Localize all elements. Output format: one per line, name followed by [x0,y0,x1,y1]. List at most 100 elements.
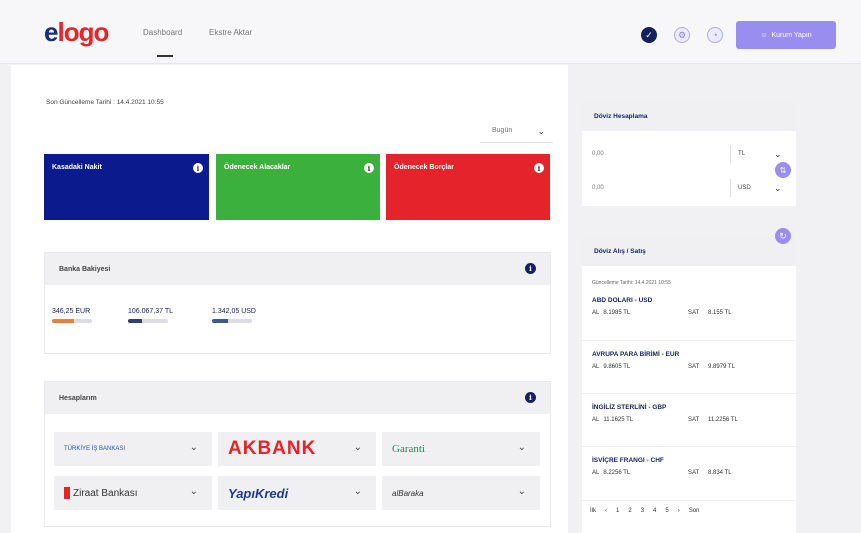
notification-icon[interactable]: ◔ [707,27,723,43]
bank-name: alBaraka [392,488,424,498]
chevron-down-icon: ⌄ [353,442,362,453]
chevron-down-icon: ⌄ [353,486,362,497]
pager-page[interactable]: 2 [628,508,631,514]
info-icon[interactable]: i [364,163,374,173]
ziraat-logo-icon [64,487,70,499]
bank-name: TÜRKİYE İŞ BANKASI [64,446,126,452]
rate-chf: İSVİÇRE FRANGI - CHF AL 8.2256 TL SAT 8.8… [582,446,796,496]
balance-amount: 1.342,05 [212,308,240,315]
info-icon[interactable]: i [525,263,536,274]
balance-eur[interactable]: 346,25 EUR [52,308,92,323]
amount-input[interactable]: 0,00 [592,151,604,157]
chevron-down-icon: ⌄ [517,486,526,497]
converter-row-to[interactable]: 0,00 USD ⌄ [582,175,796,201]
amount-input[interactable]: 0,00 [592,185,604,191]
sell-label: SAT [688,470,700,476]
date-filter-select[interactable]: Bugün ⌄ [480,119,553,143]
pager-first[interactable]: İlk [590,508,596,514]
card-debts[interactable]: Ödenecek Borçlar i [386,154,550,220]
balance-bar-fill [52,319,74,323]
pager-next[interactable]: › [678,508,680,514]
rates-pagination: İlk ‹ 1 2 3 4 5 › Son [582,500,796,520]
chevron-down-icon: ⌄ [189,486,198,497]
info-icon[interactable]: i [193,163,203,173]
sell-label: SAT [688,417,700,423]
rate-name: İSVİÇRE FRANGI - CHF [592,457,664,464]
bank-tile-akbank[interactable]: AKBANK ⌄ [218,432,376,466]
top-bar: elogo Dashboard Ekstre Aktar ✓ ⚙ ◔ ☺ Kur… [0,0,861,64]
buy-value: 9.8605 TL [603,364,631,370]
pager-prev[interactable]: ‹ [605,508,607,514]
bank-name: YapıKredi [228,485,289,501]
balance-currency: EUR [75,308,91,315]
refresh-icon[interactable]: ↻ [775,228,791,244]
card-receivables[interactable]: Ödenecek Alacaklar i [216,154,380,220]
pager-last[interactable]: Son [689,508,700,514]
section-title: Banka Bakiyesi [59,265,111,273]
currency-select[interactable]: USD [738,185,751,191]
bank-name: Ziraat Bankası [73,487,138,499]
balance-tl[interactable]: 106.067,37 TL [128,308,173,323]
swap-icon[interactable]: ⇅ [775,162,791,178]
chevron-down-icon: ⌄ [517,442,526,453]
rate-name: AVRUPA PARA BİRİMİ - EUR [592,351,680,358]
chevron-down-icon: ⌄ [774,149,782,159]
converter-title: Döviz Hesaplama [582,101,796,131]
balance-bar-fill [212,319,228,323]
card-receivables-label: Ödenecek Alacaklar [224,164,291,171]
rates-title: Döviz Alış / Satış [582,236,796,266]
bank-name: Garanti [392,443,425,455]
converter-row-from[interactable]: 0,00 TL ⌄ [582,141,796,167]
buy-value: 8.2256 TL [603,470,631,476]
balance-amount: 106.067,37 [128,308,164,315]
buy-label: AL [592,417,600,423]
login-button[interactable]: ☺ Kurum Yapın [736,21,836,49]
elogo-logo[interactable]: elogo [44,18,109,46]
card-debts-label: Ödenecek Borçlar [394,164,454,171]
pager-page[interactable]: 4 [653,508,656,514]
login-button-label: Kurum Yapın [771,31,812,39]
nav-dashboard[interactable]: Dashboard [143,28,182,37]
bank-tile-ziraat[interactable]: Ziraat Bankası ⌄ [54,476,212,510]
rates-updated: Güncelleme Tarihi: 14.4.2021 10:55 [592,280,671,286]
card-cash[interactable]: Kasadaki Nakit i [44,154,209,220]
user-icon: ☺ [760,31,768,39]
info-icon[interactable]: i [534,163,544,173]
rate-gbp: İNGİLİZ STERLİNİ - GBP AL 11.1625 TL SAT … [582,393,796,443]
buy-label: AL [592,470,600,476]
bank-tile-garanti[interactable]: Garanti ⌄ [382,432,540,466]
divider [730,179,731,197]
rate-name: İNGİLİZ STERLİNİ - GBP [592,404,667,411]
chevron-down-icon: ⌄ [537,126,545,136]
balance-bar [52,319,92,323]
info-icon[interactable]: i [525,392,536,403]
buy-label: AL [592,310,600,316]
bank-tile-yapikredi[interactable]: YapıKredi ⌄ [218,476,376,510]
settings-icon[interactable]: ⚙ [674,27,690,43]
buy-label: AL [592,364,600,370]
rate-usd: ABD DOLARI - USD AL 8.1985 TL SAT 8.155 T… [582,287,796,337]
bank-balance-header: Banka Bakiyesi i [45,253,550,285]
section-title: Hesaplarım [59,394,97,402]
balance-usd[interactable]: 1.342,05 USD [212,308,256,323]
balance-bar [128,319,168,323]
balance-bar [212,319,252,323]
balance-amount: 346,25 [52,308,74,315]
pager-page[interactable]: 3 [641,508,644,514]
bank-balance-section: Banka Bakiyesi i [44,252,551,354]
sell-value: 9.8979 TL [708,364,735,370]
pager-page[interactable]: 1 [616,508,619,514]
sell-label: SAT [688,364,700,370]
nav-ekstre-aktar[interactable]: Ekstre Aktar [209,28,252,37]
last-updated: Son Güncelleme Tarihi : 14.4.2021 10:55 [46,99,164,106]
check-icon[interactable]: ✓ [641,27,657,43]
currency-select[interactable]: TL [738,151,745,157]
date-filter-value: Bugün [492,127,513,134]
bank-tile-isbank[interactable]: TÜRKİYE İŞ BANKASI ⌄ [54,432,212,466]
chevron-down-icon: ⌄ [189,442,198,453]
bank-tile-albaraka[interactable]: alBaraka ⌄ [382,476,540,510]
card-cash-label: Kasadaki Nakit [52,164,102,171]
buy-value: 11.1625 TL [603,417,634,423]
active-nav-indicator [157,55,173,57]
pager-page[interactable]: 5 [665,508,668,514]
